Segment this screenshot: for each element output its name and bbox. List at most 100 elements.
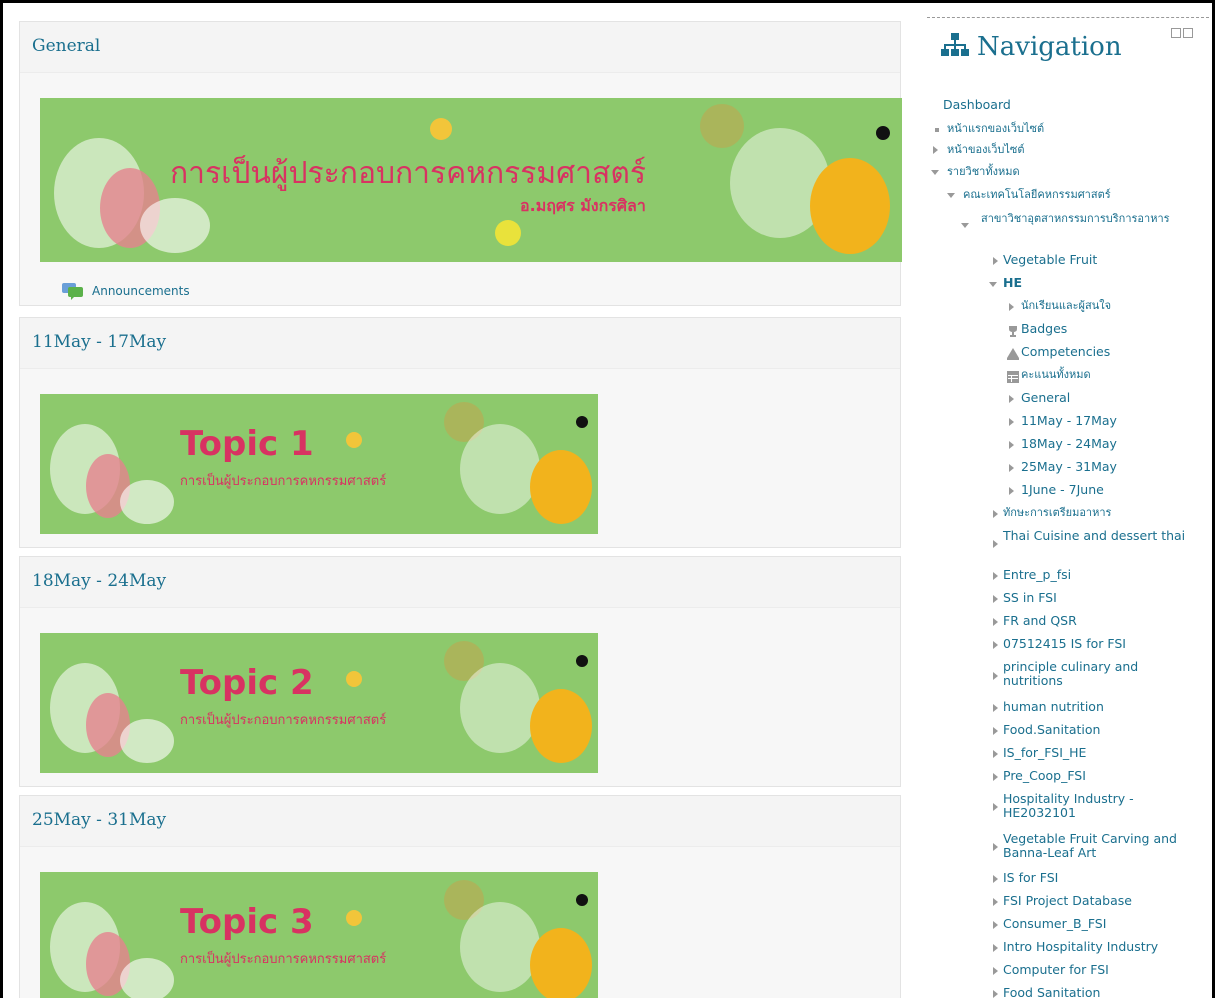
chevron-right-icon — [993, 921, 998, 929]
chevron-right-icon — [993, 257, 998, 265]
nav-item-course[interactable]: Vegetable Fruit Carving and Banna-Leaf A… — [1003, 832, 1188, 860]
banner-decoration — [430, 118, 452, 140]
chevron-right-icon — [993, 672, 998, 680]
chevron-right-icon — [1009, 303, 1014, 311]
nav-item-section-week[interactable]: 18May - 24May — [1021, 437, 1117, 451]
competency-icon — [1007, 345, 1019, 364]
collapse-block-icon[interactable] — [1171, 28, 1181, 38]
nav-item-course[interactable]: IS for FSI — [1003, 871, 1058, 885]
banner-decoration — [700, 104, 744, 148]
nav-item-department[interactable]: สาขาวิชาอุตสาหกรรมการบริการอาหาร — [981, 212, 1191, 226]
nav-item-course[interactable]: FR and QSR — [1003, 614, 1077, 628]
banner-decoration — [460, 424, 540, 514]
block-controls — [1171, 28, 1193, 38]
banner-decoration — [576, 894, 588, 906]
topic-subtitle: การเป็นผู้ประกอบการคหกรรมศาสตร์ — [180, 713, 387, 728]
announcements-label: Announcements — [92, 284, 190, 298]
banner-decoration — [120, 719, 174, 763]
banner-decoration — [460, 902, 540, 992]
nav-item-course[interactable]: Food.Sanitation — [1003, 723, 1100, 737]
section-title[interactable]: General — [32, 36, 100, 56]
banner-decoration — [460, 663, 540, 753]
grades-icon — [1007, 368, 1019, 387]
course-section-week-3: 25May - 31May Topic 3 การเป็นผู้ประกอบกา… — [19, 795, 901, 998]
banner-decoration — [346, 671, 362, 687]
chevron-down-icon — [961, 223, 969, 228]
chevron-right-icon — [993, 898, 998, 906]
chevron-right-icon — [993, 843, 998, 851]
nav-item-course[interactable]: ทักษะการเตรียมอาหาร — [1003, 506, 1111, 520]
banner-decoration — [876, 126, 890, 140]
banner-decoration — [530, 689, 592, 763]
nav-item-course[interactable]: Thai Cuisine and dessert thai — [1003, 529, 1188, 543]
nav-item-faculty[interactable]: คณะเทคโนโลยีคหกรรมศาสตร์ — [963, 188, 1111, 202]
nav-item-course[interactable]: principle culinary and nutritions — [1003, 660, 1188, 688]
nav-item-course[interactable]: Hospitality Industry - HE2032101 — [1003, 792, 1188, 820]
nav-item-course[interactable]: Entre_p_fsi — [1003, 568, 1071, 582]
nav-item-site-pages[interactable]: หน้าของเว็บไซต์ — [947, 143, 1025, 157]
sitemap-icon — [941, 33, 969, 61]
nav-item-course[interactable]: Pre_Coop_FSI — [1003, 769, 1086, 783]
navigation-title: Navigation — [977, 32, 1122, 62]
dock-block-icon[interactable] — [1183, 28, 1193, 38]
nav-item-course[interactable]: FSI Project Database — [1003, 894, 1132, 908]
section-title[interactable]: 11May - 17May — [32, 332, 166, 352]
chevron-right-icon — [993, 572, 998, 580]
nav-item-course[interactable]: Vegetable Fruit — [1003, 253, 1097, 267]
chevron-right-icon — [993, 510, 998, 518]
chevron-right-icon — [993, 990, 998, 998]
chevron-right-icon — [993, 967, 998, 975]
banner-decoration — [530, 450, 592, 524]
section-title[interactable]: 18May - 24May — [32, 571, 166, 591]
chevron-right-icon — [1009, 441, 1014, 449]
nav-item-course[interactable]: Consumer_B_FSI — [1003, 917, 1106, 931]
announcements-link[interactable]: Announcements — [62, 282, 190, 300]
topic-label: Topic 3 — [180, 902, 314, 942]
topic-label: Topic 1 — [180, 424, 314, 464]
chevron-right-icon — [993, 875, 998, 883]
chevron-right-icon — [993, 803, 998, 811]
chevron-right-icon — [1009, 395, 1014, 403]
trophy-icon — [1007, 322, 1019, 341]
nav-item-site-home[interactable]: หน้าแรกของเว็บไซต์ — [947, 122, 1044, 136]
nav-item-course[interactable]: Intro Hospitality Industry — [1003, 940, 1158, 954]
chevron-right-icon — [993, 944, 998, 952]
nav-item-section-week[interactable]: 25May - 31May — [1021, 460, 1117, 474]
section-title[interactable]: 25May - 31May — [32, 810, 166, 830]
navigation-block: Navigation Dashboard หน้าแรกของเว็บไซต์ … — [927, 17, 1209, 998]
nav-item-grades[interactable]: คะแนนทั้งหมด — [1021, 368, 1091, 382]
chevron-right-icon — [993, 641, 998, 649]
nav-item-course[interactable]: SS in FSI — [1003, 591, 1057, 605]
nav-item-all-courses[interactable]: รายวิชาทั้งหมด — [947, 165, 1020, 179]
chevron-right-icon — [1009, 418, 1014, 426]
nav-item-badges[interactable]: Badges — [1021, 322, 1067, 336]
chevron-right-icon — [993, 704, 998, 712]
nav-item-dashboard[interactable]: Dashboard — [943, 98, 1011, 112]
course-section-week-2: 18May - 24May Topic 2 การเป็นผู้ประกอบกา… — [19, 556, 901, 787]
chevron-down-icon — [931, 170, 939, 175]
chevron-right-icon — [993, 773, 998, 781]
chevron-right-icon — [1009, 464, 1014, 472]
nav-item-course[interactable]: IS_for_FSI_HE — [1003, 746, 1086, 760]
course-section-general: General การเป็นผู้ประกอบการคหกรรมศาสตร์ … — [19, 21, 902, 306]
chevron-right-icon — [993, 750, 998, 758]
section-header — [20, 22, 900, 73]
nav-item-section-week[interactable]: 11May - 17May — [1021, 414, 1117, 428]
nav-item-course[interactable]: Computer for FSI — [1003, 963, 1109, 977]
banner-author: อ.มฤศร มังกรศิลา — [520, 196, 646, 215]
nav-item-course[interactable]: 07512415 IS for FSI — [1003, 637, 1126, 651]
chevron-right-icon — [933, 146, 938, 154]
bullet-icon — [935, 128, 939, 132]
nav-item-competencies[interactable]: Competencies — [1021, 345, 1110, 359]
banner-decoration — [120, 958, 174, 998]
topic-subtitle: การเป็นผู้ประกอบการคหกรรมศาสตร์ — [180, 474, 387, 489]
forum-icon — [62, 282, 84, 300]
banner-decoration — [140, 198, 210, 253]
nav-item-section-week[interactable]: 1June - 7June — [1021, 483, 1104, 497]
nav-item-participants[interactable]: นักเรียนและผู้สนใจ — [1021, 299, 1111, 313]
nav-item-course[interactable]: Food Sanitation — [1003, 986, 1100, 999]
course-banner: การเป็นผู้ประกอบการคหกรรมศาสตร์ อ.มฤศร ม… — [40, 98, 902, 262]
nav-item-section-general[interactable]: General — [1021, 391, 1070, 405]
nav-item-course[interactable]: human nutrition — [1003, 700, 1104, 714]
nav-item-course-he[interactable]: HE — [1003, 276, 1022, 290]
